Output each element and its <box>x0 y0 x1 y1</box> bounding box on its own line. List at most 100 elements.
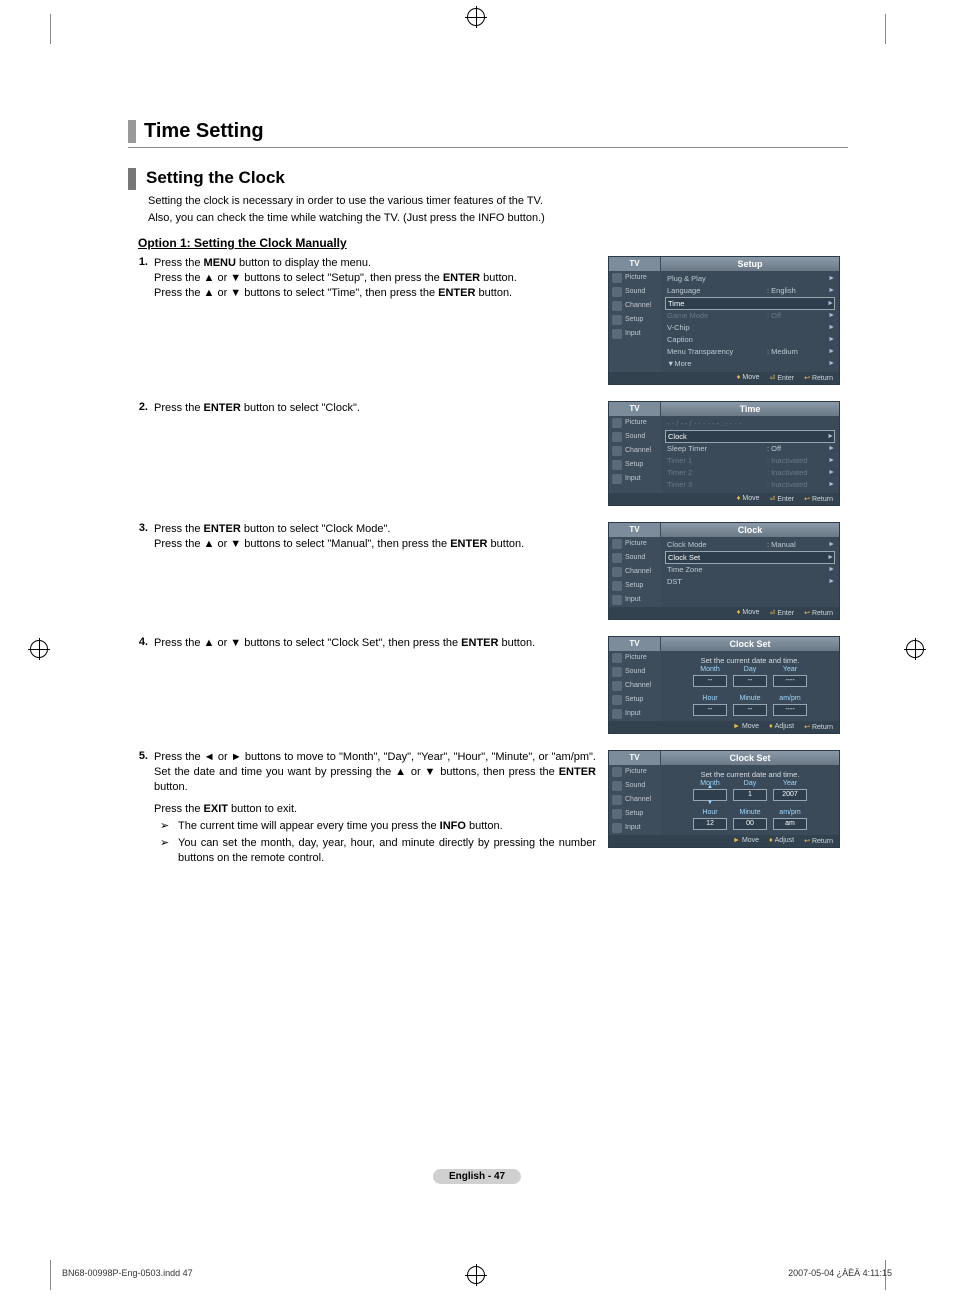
osd-menu-row: Clock Set► <box>665 551 835 564</box>
registration-mark-left <box>30 640 48 658</box>
page-number-pill: English - 47 <box>433 1169 521 1184</box>
osd-side-item: Picture <box>609 271 661 285</box>
osd-menu-row: Plug & Play► <box>665 273 835 285</box>
osd-menu-row: Sleep Timer: Off► <box>665 443 835 455</box>
step-number: 1. <box>128 256 154 268</box>
osd-time-menu: TVTime PictureSoundChannelSetupInput - -… <box>608 401 840 506</box>
osd-menu-row: Language: English► <box>665 285 835 297</box>
step-line: Press the ENTER button to select "Clock … <box>154 523 390 535</box>
step-line: Press the ▲ or ▼ buttons to select "Setu… <box>154 272 517 284</box>
step-line: Press the EXIT button to exit. <box>154 803 297 815</box>
osd-clockset-filled: TVClock Set PictureSoundChannelSetupInpu… <box>608 750 840 848</box>
step-line: Press the ▲ or ▼ buttons to select "Manu… <box>154 538 524 550</box>
osd-side-item: Channel <box>609 679 661 693</box>
step-line: Press the MENU button to display the men… <box>154 257 371 269</box>
osd-menu-row: Game Mode: Off► <box>665 310 835 322</box>
osd-side-item: Sound <box>609 779 661 793</box>
osd-menu-row: Time► <box>665 297 835 310</box>
step-line: Press the ▲ or ▼ buttons to select "Time… <box>154 287 512 299</box>
osd-menu-row: Clock Mode: Manual► <box>665 539 835 551</box>
step-number: 5. <box>128 750 154 762</box>
osd-side-item: Channel <box>609 444 661 458</box>
osd-main-list: Plug & Play►Language: English►Time►Game … <box>661 271 839 372</box>
step-text: Press the ENTER button to select "Clock … <box>154 522 608 553</box>
osd-side-item: Sound <box>609 665 661 679</box>
osd-side-item: Picture <box>609 416 661 430</box>
crop-guide <box>885 14 886 44</box>
osd-title: Time <box>661 402 839 416</box>
intro-line-1: Setting the clock is necessary in order … <box>148 194 848 209</box>
osd-time-header: - - / - - / - - - - - - : - - - - <box>665 418 835 430</box>
osd-tv-label: TV <box>609 402 661 416</box>
osd-setup-menu: TV Setup PictureSoundChannelSetupInput Pl… <box>608 256 840 385</box>
osd-side-item: Sound <box>609 285 661 299</box>
step-line: Press the ◄ or ► buttons to move to "Mon… <box>154 751 596 794</box>
osd-clock-menu: TVClock PictureSoundChannelSetupInput Cl… <box>608 522 840 620</box>
osd-side-item: Setup <box>609 807 661 821</box>
step-row: 1. Press the MENU button to display the … <box>128 256 848 395</box>
intro-line-2: Also, you can check the time while watch… <box>148 211 848 226</box>
osd-side-item: Setup <box>609 313 661 327</box>
osd-side-item: Input <box>609 707 661 721</box>
osd-side-item: Channel <box>609 793 661 807</box>
step-number: 2. <box>128 401 154 413</box>
osd-footer: ♦Move ⏎Enter ↩Return <box>609 372 839 384</box>
osd-side-item: Input <box>609 593 661 607</box>
osd-foot-return: ↩Return <box>804 374 833 382</box>
section-heading-bar: Time Setting <box>128 120 848 148</box>
step-text: Press the ◄ or ► buttons to move to "Mon… <box>154 750 608 866</box>
osd-menu-row: ▼More► <box>665 358 835 370</box>
step-row: 5. Press the ◄ or ► buttons to move to "… <box>128 750 848 866</box>
steps-list: 1. Press the MENU button to display the … <box>128 256 848 866</box>
step-note: ➢The current time will appear every time… <box>160 819 596 834</box>
osd-main-list: - - / - - / - - - - - - : - - - - Clock►… <box>661 416 839 493</box>
osd-side-item: Picture <box>609 765 661 779</box>
osd-sidebar: PictureSoundChannelSetupInput <box>609 271 661 372</box>
osd-side-item: Input <box>609 821 661 835</box>
osd-menu-row: Time Zone► <box>665 564 835 576</box>
osd-side-item: Picture <box>609 651 661 665</box>
step-row: 3. Press the ENTER button to select "Clo… <box>128 522 848 630</box>
osd-side-item: Input <box>609 472 661 486</box>
step-text: Press the ENTER button to select "Clock"… <box>154 401 608 416</box>
subsection-title: Setting the Clock <box>128 168 848 190</box>
osd-menu-row: DST► <box>665 576 835 588</box>
osd-menu-row: Menu Transparency: Medium► <box>665 346 835 358</box>
osd-side-item: Channel <box>609 299 661 313</box>
osd-side-item: Picture <box>609 537 661 551</box>
registration-mark-right <box>906 640 924 658</box>
osd-menu-row: Caption► <box>665 334 835 346</box>
osd-footer: ♦Move ⏎Enter ↩Return <box>609 493 839 505</box>
step-line: Press the ENTER button to select "Clock"… <box>154 402 360 414</box>
osd-sidebar: PictureSoundChannelSetupInput <box>609 416 661 493</box>
osd-foot-enter: ⏎Enter <box>770 374 795 382</box>
osd-foot-move: ♦Move <box>737 374 760 382</box>
print-footer-right: 2007-05-04 ¿ÀÈÄ 4:11:15 <box>788 1268 892 1278</box>
osd-menu-row: Timer 3: Inactivated► <box>665 479 835 491</box>
step-text: Press the MENU button to display the men… <box>154 256 608 302</box>
step-row: 4. Press the ▲ or ▼ buttons to select "C… <box>128 636 848 744</box>
step-number: 4. <box>128 636 154 648</box>
step-line: Press the ▲ or ▼ buttons to select "Cloc… <box>154 637 535 649</box>
option-1-title: Option 1: Setting the Clock Manually <box>138 236 848 250</box>
step-note: ➢You can set the month, day, year, hour,… <box>160 836 596 866</box>
subsection-heading-bar: Setting the Clock <box>128 168 848 190</box>
osd-menu-row: Timer 2: Inactivated► <box>665 467 835 479</box>
osd-clockset-blank: TVClock Set PictureSoundChannelSetupInpu… <box>608 636 840 734</box>
step-row: 2. Press the ENTER button to select "Clo… <box>128 401 848 516</box>
osd-menu-row: V-Chip► <box>665 322 835 334</box>
osd-tv-label: TV <box>609 257 661 271</box>
registration-mark-bottom <box>467 1266 485 1284</box>
print-footer-left: BN68-00998P-Eng-0503.indd 47 <box>62 1268 193 1278</box>
osd-side-item: Sound <box>609 430 661 444</box>
osd-side-item: Channel <box>609 565 661 579</box>
osd-side-item: Setup <box>609 579 661 593</box>
osd-side-item: Setup <box>609 693 661 707</box>
step-number: 3. <box>128 522 154 534</box>
crop-guide <box>50 1260 51 1290</box>
page-content: Time Setting Setting the Clock Setting t… <box>128 120 848 872</box>
step-text: Press the ▲ or ▼ buttons to select "Cloc… <box>154 636 608 651</box>
crop-guide <box>50 14 51 44</box>
osd-side-item: Sound <box>609 551 661 565</box>
registration-mark-top <box>467 8 485 26</box>
